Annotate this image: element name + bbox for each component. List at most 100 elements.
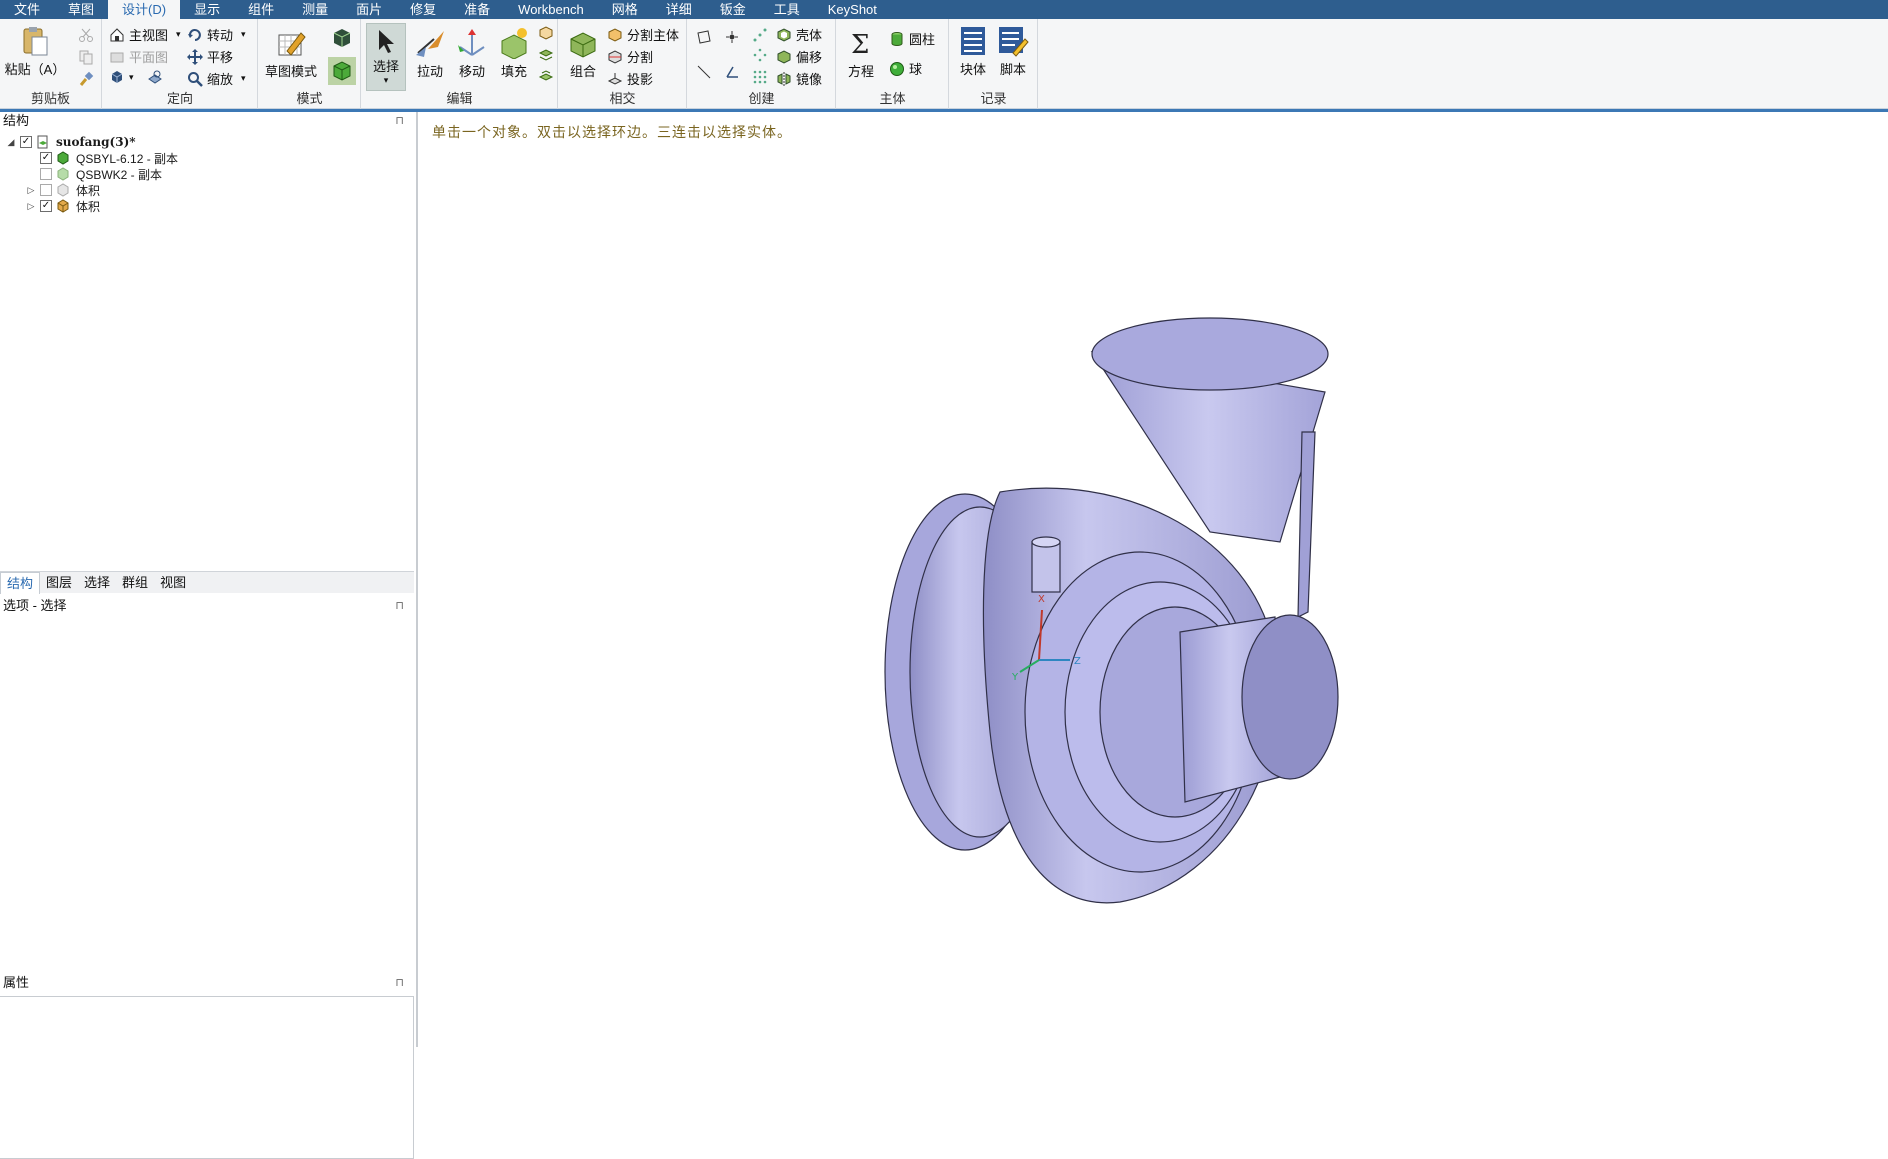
edit-small-2-button[interactable] [538,47,558,63]
split-icon [608,49,622,64]
mirror-button[interactable]: 镜像 [776,69,822,88]
tab-structure[interactable]: 结构 [0,571,41,594]
tab-views[interactable]: 视图 [154,572,192,594]
expand-arrow-icon[interactable]: ▷ [26,185,36,196]
pull-tool-button[interactable]: 拉动 [410,27,450,80]
tab-detail[interactable]: 详细 [652,0,706,19]
tab-mesh[interactable]: 网格 [598,0,652,19]
tab-repair[interactable]: 修复 [396,0,450,19]
home-view-button[interactable]: 主视图 ▾ [109,25,181,44]
tab-facets[interactable]: 面片 [342,0,396,19]
offset-button[interactable]: 偏移 [776,47,822,66]
tree-item[interactable]: QSBWK2 - 副本 [26,166,162,182]
pull-icon [416,31,444,57]
copy-button[interactable] [78,49,98,65]
tab-prepare[interactable]: 准备 [450,0,504,19]
magnifier-icon [188,71,203,87]
zoom-button[interactable]: 缩放 ▾ [187,69,246,88]
equation-button[interactable]: Σ 方程 [841,27,881,80]
pin-icon[interactable]: ⊓ [395,597,404,615]
cube-icon [111,71,123,83]
group-orient: 主视图 ▾ 平面图 ▾ 转动 ▾ 平移 缩放 ▾ 定向 [103,19,258,109]
item-checkbox[interactable] [40,184,52,196]
stack-icon [538,70,554,81]
tab-assembly[interactable]: 组件 [234,0,288,19]
paste-button[interactable]: 粘贴（A） [5,25,65,78]
split-body-button[interactable]: 分割主体 [607,25,679,44]
block-recording-button[interactable]: 块体 [954,25,992,78]
tab-sketch[interactable]: 草图 [54,0,108,19]
circle-dots-icon [753,48,767,62]
tab-groups[interactable]: 群组 [116,572,154,594]
tab-selection[interactable]: 选择 [78,572,116,594]
expand-arrow-icon[interactable]: ▷ [26,201,36,212]
select-tool-button[interactable]: 选择 ▾ [366,23,406,91]
group-label-create: 创建 [748,91,775,106]
point-tool-button[interactable] [724,29,744,45]
group-record: 块体 脚本 记录 [950,19,1038,109]
panel-tabs: 结构 图层 选择 群组 视图 [0,571,414,594]
item-checkbox[interactable] [40,168,52,180]
pump-model[interactable]: X Z Y [420,112,1888,1047]
section-mode-button[interactable] [331,27,353,49]
view-cube-button[interactable]: ▾ [109,69,134,85]
tab-tools[interactable]: 工具 [760,0,814,19]
script-button[interactable]: 脚本 [994,25,1032,78]
ribbon: 粘贴（A） 剪贴板 主视图 ▾ 平面图 ▾ 转动 ▾ 平移 缩放 ▾ 定向 草图模式 … [0,19,1888,109]
collapse-arrow-icon[interactable]: ◢ [6,137,16,148]
view-orient-button[interactable] [147,69,167,85]
pin-icon[interactable]: ⊓ [395,112,404,130]
item-checkbox[interactable]: ✓ [40,152,52,164]
pull-tool-label: 拉动 [416,64,443,79]
plan-view-button[interactable]: 平面图 [109,47,168,66]
pan-button[interactable]: 平移 [187,47,233,66]
edit-small-3-button[interactable] [538,69,558,85]
split-button[interactable]: 分割 [607,47,653,66]
3d-mode-button[interactable] [328,57,356,85]
move-tool-button[interactable]: 移动 [452,27,492,80]
shell-button[interactable]: 壳体 [776,25,822,44]
tab-measure[interactable]: 测量 [288,0,342,19]
format-painter-button[interactable] [78,71,98,87]
sphere-button[interactable]: 球 [889,59,922,78]
rectangle-tool-button[interactable] [696,29,716,45]
cylinder-button[interactable]: 圆柱 [889,29,935,48]
group-label-mode: 模式 [296,91,323,106]
rotate-icon [188,28,201,41]
pattern-tool-button[interactable] [752,27,772,43]
line-tool-button[interactable] [696,64,716,80]
cylinder-label: 圆柱 [909,32,936,47]
properties-grid[interactable] [0,996,414,1159]
spin-button[interactable]: 转动 ▾ [187,25,246,44]
chevron-down-icon: ▾ [383,75,389,85]
circular-pattern-button[interactable] [752,47,772,63]
item-checkbox[interactable]: ✓ [40,200,52,212]
combine-button[interactable]: 组合 [563,27,603,80]
tab-sheetmetal[interactable]: 钣金 [706,0,760,19]
grid-pattern-button[interactable] [752,69,772,85]
sketch-pencil-icon [278,32,306,56]
tab-workbench[interactable]: Workbench [504,0,598,19]
root-checkbox[interactable]: ✓ [20,136,32,148]
cut-button[interactable] [78,27,98,43]
group-label-orient: 定向 [166,91,193,106]
tree-item[interactable]: ✓ QSBYL-6.12 - 副本 [26,150,178,166]
fill-tool-button[interactable]: 填充 [494,27,534,80]
tree-root[interactable]: ◢ ✓ suofang(3)* [6,134,136,150]
3d-viewport[interactable]: 单击一个对象。双击以选择环边。三连击以选择实体。 X Z Y [420,112,1888,1047]
tab-keyshot[interactable]: KeyShot [814,0,891,19]
pin-icon[interactable]: ⊓ [395,974,404,992]
tree-item[interactable]: ▷ 体积 [26,182,100,198]
group-label-edit: 编辑 [446,91,473,106]
home-icon [110,27,124,41]
tab-display[interactable]: 显示 [180,0,234,19]
tab-layers[interactable]: 图层 [40,572,78,594]
tab-design[interactable]: 设计(D) [108,0,181,19]
edit-small-1-button[interactable] [538,25,558,41]
project-button[interactable]: 投影 [607,69,653,88]
sketch-mode-button[interactable]: 草图模式 [265,27,317,80]
chevron-down-icon: ▾ [241,73,246,83]
axis-tool-button[interactable] [724,64,744,80]
tab-file[interactable]: 文件 [0,0,54,19]
tree-item[interactable]: ▷ ✓ 体积 [26,198,100,214]
